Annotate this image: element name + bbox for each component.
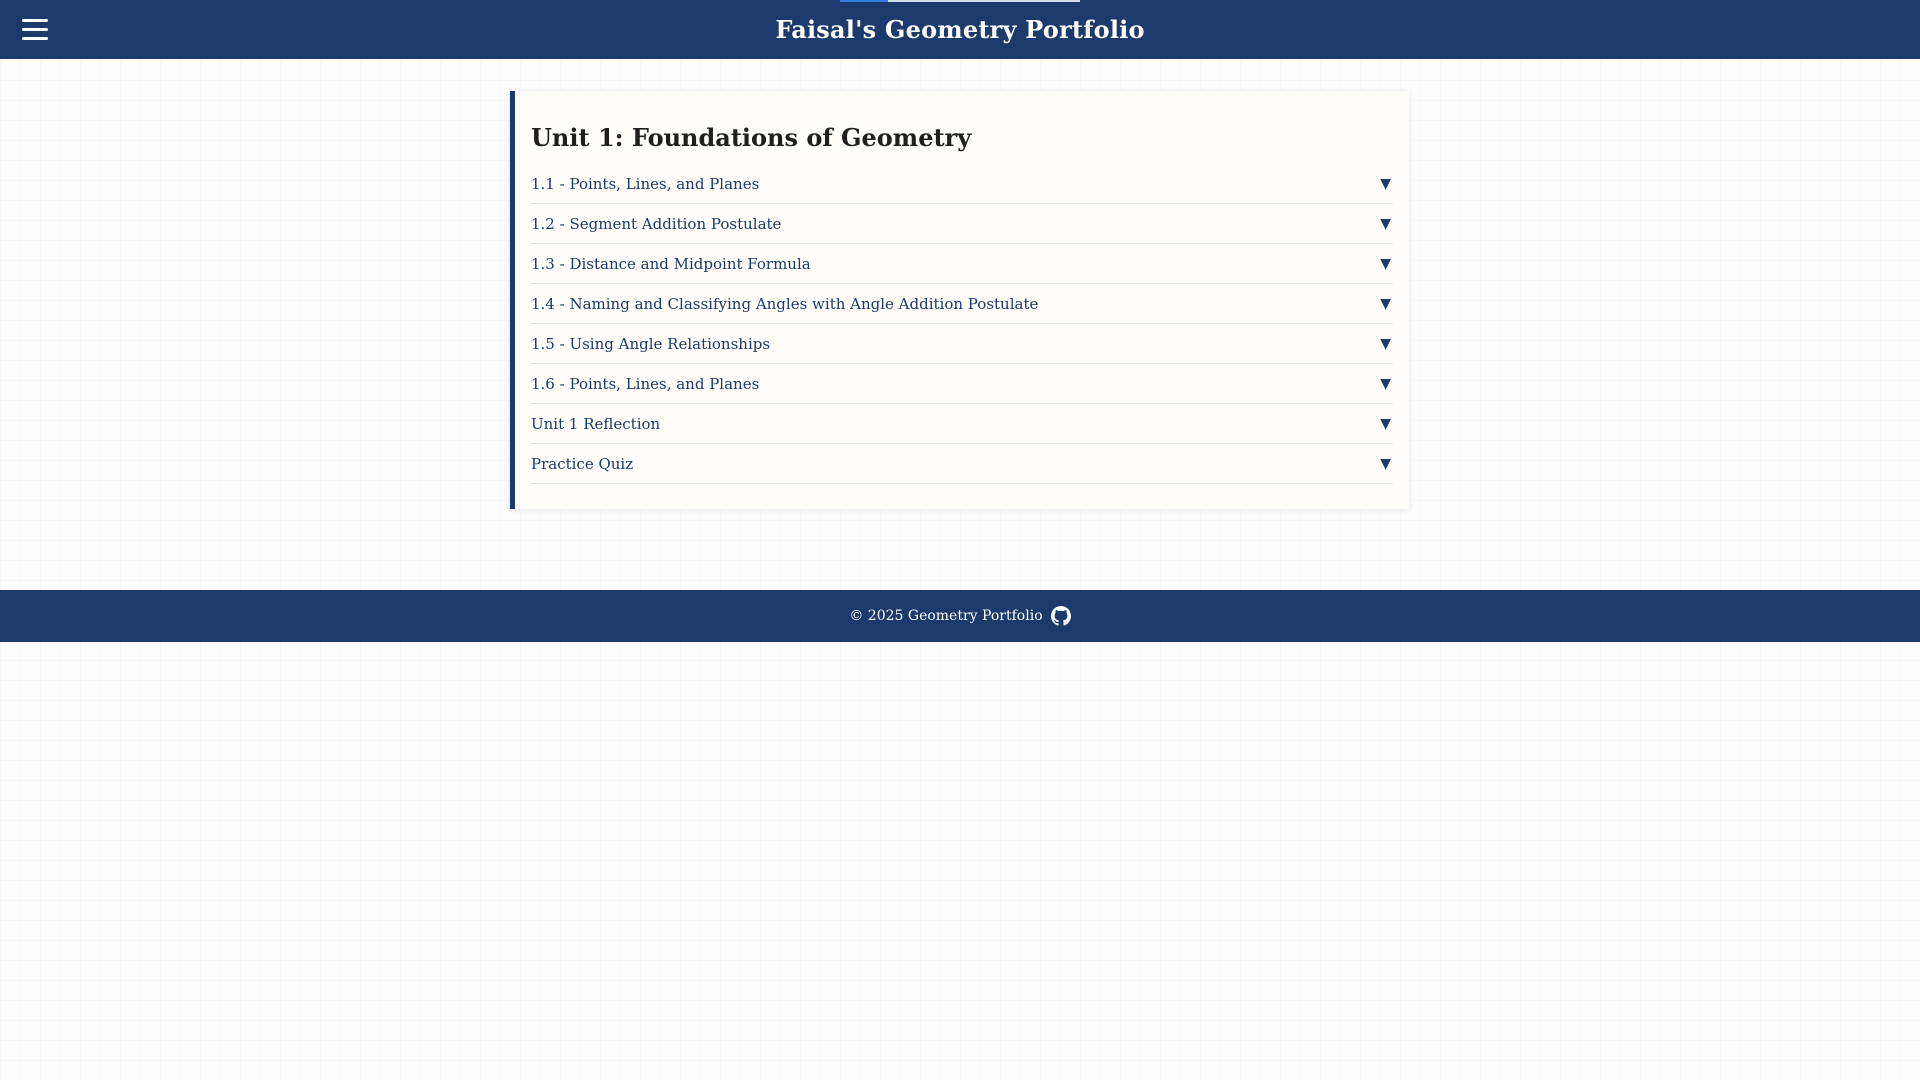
site-title: Faisal's Geometry Portfolio (775, 15, 1145, 44)
footer-copyright: © 2025 Geometry Portfolio (849, 608, 1043, 624)
expand-arrow-icon[interactable]: ▼ (1380, 456, 1391, 472)
lesson-item-practice-quiz[interactable]: Practice Quiz ▼ (531, 444, 1393, 484)
lesson-label: 1.4 - Naming and Classifying Angles with… (531, 294, 1039, 313)
lesson-list: 1.1 - Points, Lines, and Planes ▼ 1.2 - … (531, 164, 1393, 484)
menu-bar (22, 36, 48, 40)
expand-arrow-icon[interactable]: ▼ (1380, 216, 1391, 232)
hamburger-menu-icon[interactable] (18, 15, 52, 43)
lesson-label: 1.2 - Segment Addition Postulate (531, 214, 782, 233)
lesson-label: 1.5 - Using Angle Relationships (531, 334, 771, 353)
lesson-label: 1.3 - Distance and Midpoint Formula (531, 254, 811, 273)
expand-arrow-icon[interactable]: ▼ (1380, 336, 1391, 352)
lesson-item-1-6[interactable]: 1.6 - Points, Lines, and Planes ▼ (531, 364, 1393, 404)
lesson-item-1-1[interactable]: 1.1 - Points, Lines, and Planes ▼ (531, 164, 1393, 204)
expand-arrow-icon[interactable]: ▼ (1380, 296, 1391, 312)
lesson-label: Unit 1 Reflection (531, 414, 661, 433)
unit-card: Unit 1: Foundations of Geometry 1.1 - Po… (510, 91, 1409, 509)
github-icon-glyph (1050, 606, 1071, 626)
lesson-label: 1.1 - Points, Lines, and Planes (531, 174, 760, 193)
top-progress-accent (840, 0, 888, 2)
expand-arrow-icon[interactable]: ▼ (1380, 416, 1391, 432)
site-footer: © 2025 Geometry Portfolio (0, 590, 1920, 642)
expand-arrow-icon[interactable]: ▼ (1380, 376, 1391, 392)
lesson-item-1-2[interactable]: 1.2 - Segment Addition Postulate ▼ (531, 204, 1393, 244)
lesson-label: Practice Quiz (531, 454, 634, 473)
expand-arrow-icon[interactable]: ▼ (1380, 256, 1391, 272)
lesson-item-1-4[interactable]: 1.4 - Naming and Classifying Angles with… (531, 284, 1393, 324)
lesson-label: 1.6 - Points, Lines, and Planes (531, 374, 760, 393)
github-icon[interactable] (1050, 606, 1071, 626)
menu-bar (22, 18, 48, 22)
lesson-item-1-3[interactable]: 1.3 - Distance and Midpoint Formula ▼ (531, 244, 1393, 284)
menu-bar (22, 27, 48, 31)
lesson-item-unit-reflection[interactable]: Unit 1 Reflection ▼ (531, 404, 1393, 444)
site-header: Faisal's Geometry Portfolio (0, 0, 1920, 59)
expand-arrow-icon[interactable]: ▼ (1380, 176, 1391, 192)
top-progress-indicator (840, 0, 1080, 2)
unit-title: Unit 1: Foundations of Geometry (531, 123, 972, 152)
lesson-item-1-5[interactable]: 1.5 - Using Angle Relationships ▼ (531, 324, 1393, 364)
